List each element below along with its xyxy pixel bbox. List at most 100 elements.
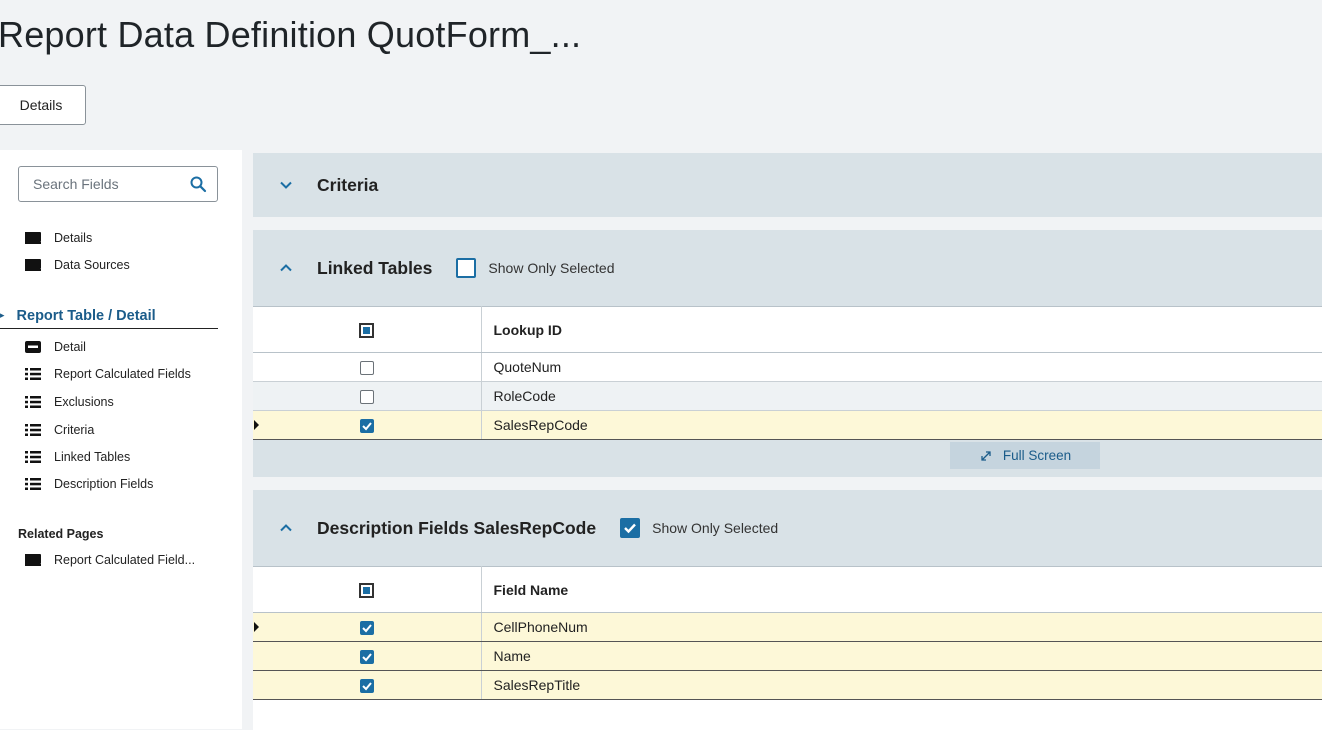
row-checkbox-cell[interactable] xyxy=(253,612,482,642)
related-item-report-calculated-fields[interactable]: Report Calculated Field... xyxy=(24,550,195,570)
column-header-field-name[interactable]: Field Name xyxy=(481,566,1322,613)
sidebar-item-description-fields[interactable]: Description Fields xyxy=(24,474,153,494)
field-name-cell[interactable]: SalesRepTitle xyxy=(481,670,1322,700)
field-name-cell[interactable]: Name xyxy=(481,641,1322,671)
sidebar: Details Data Sources ▸ Report Table / De… xyxy=(0,150,242,729)
criteria-panel-title: Criteria xyxy=(317,174,379,195)
book-icon xyxy=(25,554,41,566)
sidebar-item-exclusions[interactable]: Exclusions xyxy=(24,392,114,412)
row-checkbox-checked[interactable] xyxy=(359,650,374,665)
full-screen-label: Full Screen xyxy=(1002,448,1072,463)
linked-tables-panel-header[interactable]: Linked Tables Show Only Selected xyxy=(253,230,1322,306)
column-header-lookup-id[interactable]: Lookup ID xyxy=(481,306,1322,353)
book-icon xyxy=(25,259,41,271)
row-checkbox-cell[interactable] xyxy=(253,352,482,382)
row-checkbox-cell[interactable] xyxy=(253,410,482,440)
sidebar-item-label: Detail xyxy=(54,340,86,354)
search-field[interactable] xyxy=(18,166,218,202)
chevron-down-icon[interactable] xyxy=(279,178,293,192)
field-name-cell[interactable]: CellPhoneNum xyxy=(481,612,1322,642)
show-only-selected-label: Show Only Selected xyxy=(488,260,615,276)
sidebar-item-label: Linked Tables xyxy=(54,450,131,464)
grid-header-row: Lookup ID xyxy=(253,306,1322,353)
table-row-selected[interactable]: SalesRepTitle xyxy=(253,670,1322,700)
row-checkbox-cell[interactable] xyxy=(253,381,482,411)
lookup-id-cell[interactable]: QuoteNum xyxy=(481,352,1322,382)
full-screen-bar: Full Screen xyxy=(253,440,1322,471)
sidebar-item-label: Report Calculated Fields xyxy=(54,367,191,381)
table-row-selected[interactable]: CellPhoneNum xyxy=(253,612,1322,642)
form-icon xyxy=(25,341,41,353)
select-all-header[interactable] xyxy=(253,566,482,613)
list-icon xyxy=(25,451,41,463)
checkmark-icon xyxy=(624,523,636,534)
checkmark-icon xyxy=(362,653,372,662)
checkmark-icon xyxy=(362,422,372,431)
checkmark-icon xyxy=(362,682,372,691)
description-fields-panel: Description Fields SalesRepCode Show Onl… xyxy=(253,490,1322,730)
row-checkbox[interactable] xyxy=(359,361,374,376)
list-icon xyxy=(25,396,41,408)
sidebar-item-label: Details xyxy=(54,231,93,245)
description-fields-panel-header[interactable]: Description Fields SalesRepCode Show Onl… xyxy=(253,490,1322,566)
table-row-selected[interactable]: SalesRepCode xyxy=(253,410,1322,440)
row-checkbox-cell[interactable] xyxy=(253,641,482,671)
show-only-selected-toggle[interactable]: Show Only Selected xyxy=(620,518,778,538)
select-all-checkbox[interactable] xyxy=(359,322,375,338)
lookup-id-cell[interactable]: RoleCode xyxy=(481,381,1322,411)
lookup-id-cell[interactable]: SalesRepCode xyxy=(481,410,1322,440)
table-row-selected[interactable]: Name xyxy=(253,641,1322,671)
book-icon xyxy=(25,232,41,244)
linked-tables-grid: Lookup ID QuoteNum RoleCode SalesRepCode xyxy=(253,306,1322,440)
current-row-marker-icon xyxy=(254,622,259,632)
table-row[interactable]: QuoteNum xyxy=(253,352,1322,382)
show-only-selected-label: Show Only Selected xyxy=(652,520,779,536)
sidebar-item-criteria[interactable]: Criteria xyxy=(24,420,94,440)
checkmark-icon xyxy=(362,624,372,633)
list-icon xyxy=(25,368,41,380)
list-icon xyxy=(25,478,41,490)
related-pages-heading: Related Pages xyxy=(18,527,104,541)
show-only-selected-checkbox[interactable] xyxy=(456,258,477,278)
caret-right-icon: ▸ xyxy=(0,310,5,320)
list-icon xyxy=(25,424,41,436)
sidebar-section-report-table[interactable]: ▸ Report Table / Detail xyxy=(0,303,218,329)
grid-header-row: Field Name xyxy=(253,566,1322,613)
show-only-selected-checkbox-checked[interactable] xyxy=(620,518,641,538)
sidebar-item-label: Description Fields xyxy=(54,477,154,491)
row-checkbox-cell[interactable] xyxy=(253,670,482,700)
show-only-selected-toggle[interactable]: Show Only Selected xyxy=(456,258,614,278)
chevron-up-icon[interactable] xyxy=(279,521,293,535)
details-button[interactable]: Details xyxy=(0,85,86,125)
grid-empty-area xyxy=(253,700,1322,730)
description-fields-grid: Field Name CellPhoneNum Name SalesRepTit… xyxy=(253,566,1322,700)
sidebar-item-label: Criteria xyxy=(54,423,95,437)
linked-tables-panel-title: Linked Tables xyxy=(317,257,433,278)
row-checkbox[interactable] xyxy=(359,390,374,405)
sidebar-item-label: Exclusions xyxy=(54,395,114,409)
sidebar-item-linked-tables[interactable]: Linked Tables xyxy=(24,447,130,467)
sidebar-item-details[interactable]: Details xyxy=(24,228,92,248)
select-all-checkbox[interactable] xyxy=(359,582,375,598)
description-fields-panel-title: Description Fields SalesRepCode xyxy=(317,517,597,538)
search-input[interactable] xyxy=(31,175,171,193)
criteria-panel-header[interactable]: Criteria xyxy=(253,153,1322,217)
sidebar-section-label: Report Table / Detail xyxy=(16,307,156,324)
row-checkbox-checked[interactable] xyxy=(359,621,374,636)
page-title: Report Data Definition QuotForm_... xyxy=(0,14,582,55)
row-checkbox-checked[interactable] xyxy=(359,419,374,434)
current-row-marker-icon xyxy=(254,420,259,430)
sidebar-item-report-calculated-fields[interactable]: Report Calculated Fields xyxy=(24,364,191,384)
select-all-header[interactable] xyxy=(253,306,482,353)
criteria-panel: Criteria xyxy=(253,153,1322,217)
search-icon[interactable] xyxy=(189,175,207,193)
full-screen-button[interactable]: Full Screen xyxy=(950,442,1100,469)
sidebar-item-data-sources[interactable]: Data Sources xyxy=(24,255,130,275)
related-item-label: Report Calculated Field... xyxy=(54,553,196,567)
row-checkbox-checked[interactable] xyxy=(359,679,374,694)
chevron-up-icon[interactable] xyxy=(279,261,293,275)
linked-tables-panel: Linked Tables Show Only Selected Lookup … xyxy=(253,230,1322,477)
sidebar-item-detail[interactable]: Detail xyxy=(24,337,86,357)
table-row[interactable]: RoleCode xyxy=(253,381,1322,411)
expand-icon xyxy=(981,450,991,461)
